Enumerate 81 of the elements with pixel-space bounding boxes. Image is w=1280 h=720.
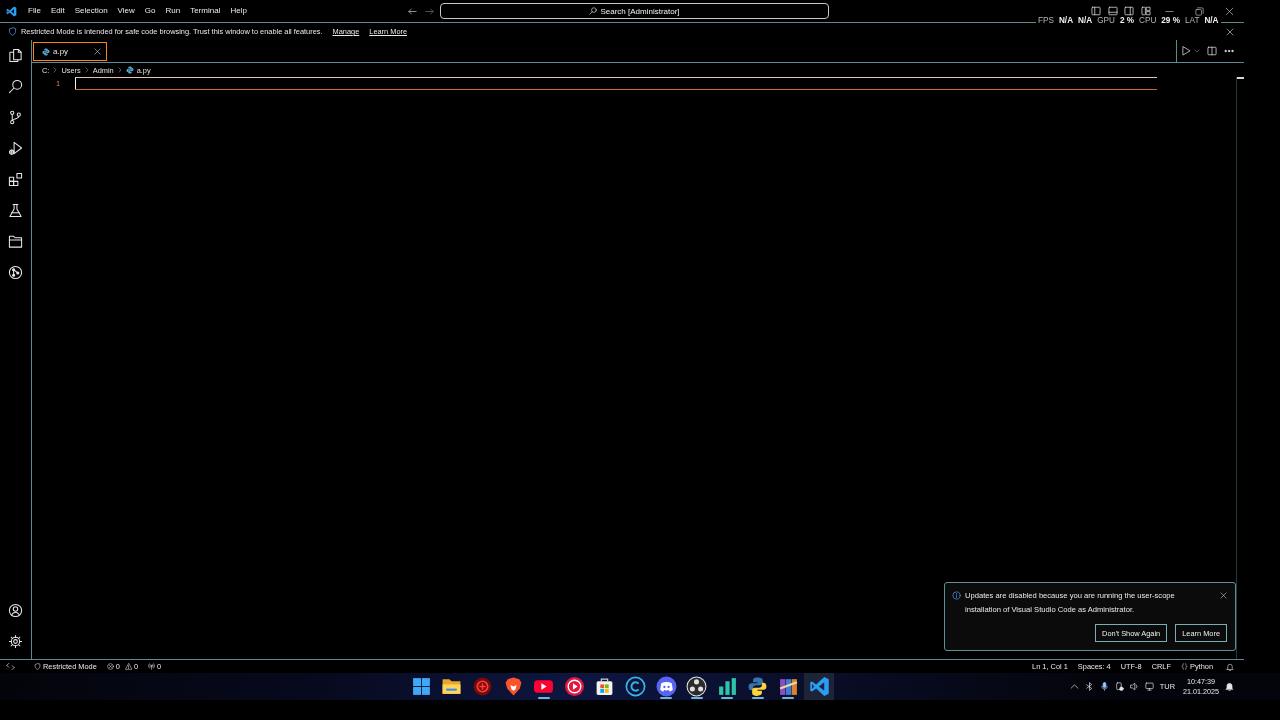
perf-label: CPU: [1139, 16, 1157, 26]
branch-circle-icon[interactable]: [8, 265, 23, 280]
shield-icon: [34, 663, 41, 670]
run-icon[interactable]: [1181, 46, 1191, 56]
split-editor-icon[interactable]: [1207, 46, 1217, 56]
perf-label: GPU: [1097, 16, 1115, 26]
close-icon[interactable]: [1224, 6, 1234, 16]
menu-item[interactable]: Go: [139, 5, 161, 17]
speaker-icon[interactable]: [1129, 682, 1139, 691]
back-arrow-icon[interactable]: [408, 6, 417, 16]
scrollbar[interactable]: [1236, 77, 1244, 659]
play-circle-icon: [563, 676, 585, 697]
microphone-icon[interactable]: [1099, 682, 1109, 691]
search-icon: [589, 7, 598, 15]
perf-value: N/A: [1058, 16, 1074, 26]
flask-icon[interactable]: [8, 203, 23, 218]
file-type-icon: [125, 66, 134, 74]
monitor-icon[interactable]: [1144, 682, 1154, 691]
menu-item[interactable]: Help: [225, 5, 252, 17]
run-debug-icon[interactable]: [8, 141, 23, 156]
settings-icon[interactable]: [8, 634, 23, 649]
remote-icon[interactable]: [6, 662, 15, 671]
shield-icon: [8, 27, 17, 36]
perf-value: 29 %: [1161, 16, 1180, 26]
file-type-icon: [42, 47, 50, 56]
forward-arrow-icon[interactable]: [425, 6, 434, 16]
bluetooth-icon[interactable]: [1084, 682, 1094, 691]
files-icon[interactable]: [8, 48, 23, 63]
scroll-marker: [1237, 77, 1244, 79]
perf-value: N/A: [1078, 16, 1093, 26]
error-icon: [106, 663, 114, 670]
code-icon: [808, 676, 830, 697]
editor-tab[interactable]: a.py: [33, 42, 107, 61]
braces-icon: [1181, 663, 1188, 670]
app-icon: [747, 676, 769, 697]
layout-icon[interactable]: [1140, 6, 1151, 16]
menu-item[interactable]: File: [23, 5, 46, 17]
sidebar-left-icon[interactable]: [1090, 6, 1101, 16]
taskbar-button[interactable]: [803, 673, 835, 700]
panel-icon[interactable]: [1107, 6, 1118, 16]
menu-item[interactable]: Selection: [69, 5, 113, 17]
gamepad-icon: [655, 676, 677, 697]
perf-value: 2 %: [1119, 16, 1134, 26]
account-icon[interactable]: [8, 603, 23, 618]
menu-item[interactable]: Edit: [45, 5, 70, 17]
chevron-right-icon: [83, 67, 90, 73]
perf-label: LAT: [1185, 16, 1200, 26]
ring-icon: [472, 676, 493, 697]
bell-icon[interactable]: [1226, 662, 1234, 671]
search-bar[interactable]: Search [Administrator]: [440, 3, 829, 19]
chevron-right-icon: [116, 67, 123, 73]
menu-item[interactable]: Terminal: [185, 5, 226, 17]
menu-item[interactable]: Run: [160, 5, 186, 17]
perf-value: N/A: [1204, 16, 1219, 26]
branch-icon[interactable]: [8, 110, 23, 125]
chevron-right-icon: [52, 67, 59, 73]
logo-icon: [6, 5, 17, 17]
info-icon: [952, 591, 961, 600]
folder-icon[interactable]: [8, 234, 23, 249]
books-icon: [777, 676, 799, 697]
search-icon[interactable]: [8, 79, 23, 94]
folder-icon: [441, 676, 463, 697]
restore-icon[interactable]: [1194, 6, 1204, 16]
bar-chart-icon: [716, 676, 738, 697]
extensions-icon[interactable]: [8, 172, 23, 187]
circled-c-icon: [624, 676, 646, 697]
antenna-icon: [148, 663, 156, 670]
menu-item[interactable]: View: [112, 5, 140, 17]
code-line[interactable]: [75, 77, 1157, 90]
sidebar-right-icon[interactable]: [1124, 6, 1135, 16]
warning-icon: [124, 663, 132, 670]
device-check-icon[interactable]: [1114, 682, 1124, 691]
perf-label: FPS: [1038, 16, 1054, 26]
close-icon[interactable]: [94, 48, 101, 55]
close-icon[interactable]: [1226, 27, 1234, 36]
bell-icon[interactable]: [1225, 682, 1234, 691]
text-cursor: [75, 78, 76, 89]
aperture-icon: [686, 676, 708, 697]
grid-icon: [410, 676, 432, 697]
close-icon[interactable]: [1220, 592, 1227, 599]
chevron-up-icon[interactable]: [1069, 682, 1079, 691]
